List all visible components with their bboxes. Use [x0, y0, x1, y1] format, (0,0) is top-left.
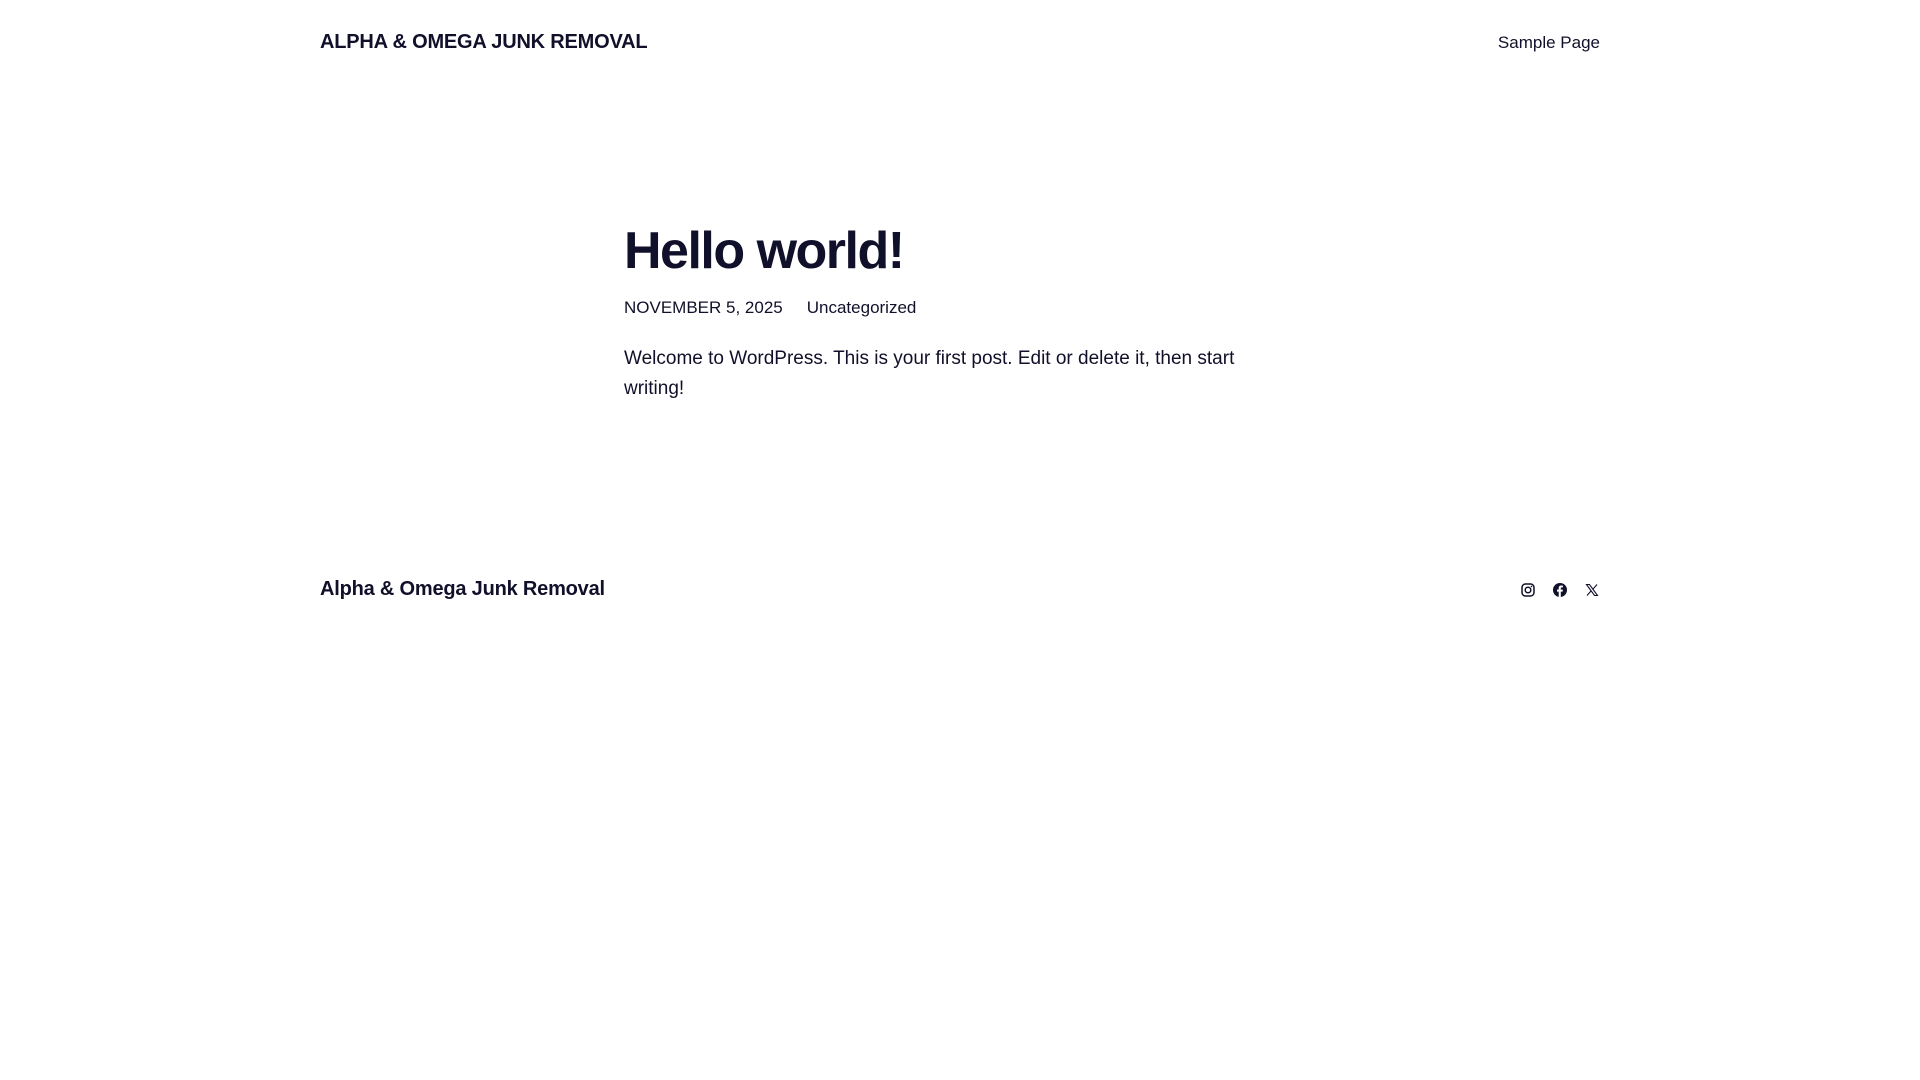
post: Hello world! NOVEMBER 5, 2025 Uncategori… — [624, 220, 1272, 403]
social-links — [1520, 582, 1600, 598]
post-meta: NOVEMBER 5, 2025 Uncategorized — [624, 298, 1272, 318]
main-nav: Sample Page — [1498, 33, 1600, 53]
post-content: Welcome to WordPress. This is your first… — [624, 348, 1235, 399]
facebook-icon[interactable] — [1552, 582, 1568, 598]
x-icon[interactable] — [1584, 582, 1600, 598]
post-date: NOVEMBER 5, 2025 — [624, 298, 783, 318]
footer-site-title[interactable]: Alpha & Omega Junk Removal — [320, 578, 605, 601]
site-title-link[interactable]: ALPHA & OMEGA JUNK REMOVAL — [320, 31, 648, 54]
post-category-link[interactable]: Uncategorized — [807, 298, 917, 318]
nav-item-sample-page[interactable]: Sample Page — [1498, 33, 1600, 52]
instagram-icon[interactable] — [1520, 582, 1536, 598]
post-title[interactable]: Hello world! — [624, 220, 1272, 282]
